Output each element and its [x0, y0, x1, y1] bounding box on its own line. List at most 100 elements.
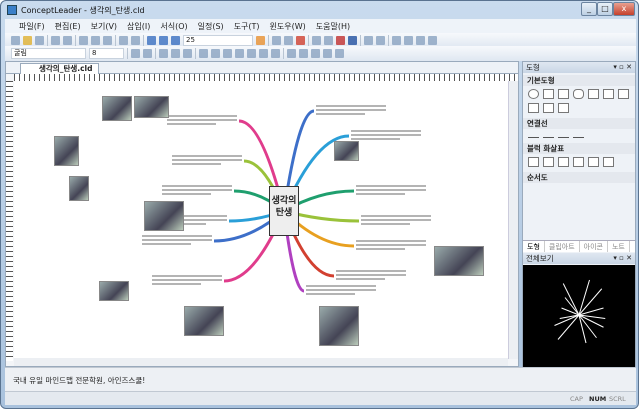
hand-icon[interactable] [256, 36, 265, 45]
diamond-icon[interactable] [543, 103, 554, 113]
arrow-ud-icon[interactable] [603, 157, 614, 167]
arrow-down-icon[interactable] [573, 157, 584, 167]
topic-image[interactable] [134, 96, 169, 118]
topic-node[interactable] [361, 213, 431, 227]
zoom-select[interactable]: 25 [183, 35, 253, 46]
topic-image[interactable] [434, 246, 484, 276]
chart-icon[interactable] [299, 49, 308, 58]
topic-node[interactable] [162, 183, 232, 197]
close-button[interactable]: x [613, 2, 635, 16]
curve-icon[interactable] [573, 137, 584, 138]
font-select[interactable]: 굴림 [11, 48, 86, 59]
line-width-icon[interactable] [247, 49, 256, 58]
fit-icon[interactable] [171, 36, 180, 45]
open-icon[interactable] [23, 36, 32, 45]
rounded-rect-icon[interactable] [573, 89, 584, 99]
topic-image[interactable] [144, 201, 184, 231]
pentagon-icon[interactable] [588, 89, 599, 99]
square-icon[interactable] [558, 89, 569, 99]
topic-image[interactable] [99, 281, 129, 301]
parallelogram-icon[interactable] [618, 89, 629, 99]
star-icon[interactable] [558, 103, 569, 113]
cut-icon[interactable] [79, 36, 88, 45]
tab-document[interactable]: 생각의_탄생.cld [20, 63, 100, 74]
align-icon[interactable] [428, 36, 437, 45]
horizontal-scrollbar[interactable] [14, 358, 508, 366]
line-icon[interactable] [543, 137, 554, 138]
text-icon[interactable] [336, 36, 345, 45]
boundary-icon[interactable] [324, 36, 333, 45]
arrow-lr-icon[interactable] [588, 157, 599, 167]
relation-icon[interactable] [312, 36, 321, 45]
arrow-right-icon[interactable] [528, 157, 539, 167]
mindmap-canvas[interactable]: 생각의 탄생 [14, 81, 508, 359]
topic-node[interactable] [142, 233, 212, 247]
line-dash-icon[interactable] [259, 49, 268, 58]
shape-icon[interactable] [364, 36, 373, 45]
copy-icon[interactable] [91, 36, 100, 45]
menu-schedule[interactable]: 일정(S) [198, 21, 224, 32]
zoom-in-icon[interactable] [147, 36, 156, 45]
paste-icon[interactable] [103, 36, 112, 45]
menu-help[interactable]: 도움말(H) [316, 21, 350, 32]
stop-icon[interactable] [296, 36, 305, 45]
link-icon[interactable] [376, 36, 385, 45]
image-icon[interactable] [348, 36, 357, 45]
border-color-icon[interactable] [211, 49, 220, 58]
shrink-font-icon[interactable] [143, 49, 152, 58]
topic-node[interactable] [351, 128, 421, 142]
topic-image[interactable] [319, 306, 359, 346]
zoom-out-icon[interactable] [159, 36, 168, 45]
triangle-icon[interactable] [543, 89, 554, 99]
tab-icons[interactable]: 아이콘 [580, 241, 608, 252]
hexagon-icon[interactable] [603, 89, 614, 99]
font-size-select[interactable]: 8 [89, 48, 124, 59]
underline-icon[interactable] [183, 49, 192, 58]
topic-node[interactable] [172, 153, 242, 167]
arrow-left-icon[interactable] [543, 157, 554, 167]
bold-icon[interactable] [159, 49, 168, 58]
topic-image[interactable] [184, 306, 224, 336]
preview-icon[interactable] [63, 36, 72, 45]
align-icon[interactable] [392, 36, 401, 45]
topic-node[interactable] [167, 113, 237, 127]
menu-window[interactable]: 윈도우(W) [270, 21, 306, 32]
topic-node[interactable] [306, 283, 376, 297]
maximize-button[interactable]: □ [597, 2, 613, 16]
theme-icon[interactable] [335, 49, 344, 58]
redo-icon[interactable] [131, 36, 140, 45]
topic-node[interactable] [356, 238, 426, 252]
menu-insert[interactable]: 삽입(I) [127, 21, 150, 32]
layout-icon[interactable] [287, 49, 296, 58]
tab-shapes[interactable]: 도형 [523, 241, 545, 252]
section-basic-shapes[interactable]: 기본도형 [523, 75, 635, 86]
tab-notes[interactable]: 노트 [608, 241, 630, 252]
topic-node[interactable] [356, 183, 426, 197]
line-style-icon[interactable] [235, 49, 244, 58]
undo-icon[interactable] [119, 36, 128, 45]
circle-icon[interactable] [528, 89, 539, 99]
topic-node[interactable] [316, 103, 386, 117]
add-subtopic-icon[interactable] [284, 36, 293, 45]
grow-font-icon[interactable] [131, 49, 140, 58]
section-connectors[interactable]: 연결선 [523, 118, 635, 129]
overview-pane[interactable] [523, 265, 635, 368]
menu-file[interactable]: 파일(F) [19, 21, 45, 32]
fill-color-icon[interactable] [223, 49, 232, 58]
grid-icon[interactable] [311, 49, 320, 58]
save-icon[interactable] [35, 36, 44, 45]
menu-view[interactable]: 보기(V) [91, 21, 117, 32]
add-topic-icon[interactable] [272, 36, 281, 45]
vertical-scrollbar[interactable] [508, 81, 518, 359]
menu-format[interactable]: 서식(O) [160, 21, 187, 32]
topic-image[interactable] [69, 176, 89, 201]
font-color-icon[interactable] [199, 49, 208, 58]
line-icon[interactable] [558, 137, 569, 138]
center-topic[interactable]: 생각의 탄생 [269, 186, 299, 236]
align-icon[interactable] [404, 36, 413, 45]
print-icon[interactable] [51, 36, 60, 45]
topic-image[interactable] [54, 136, 79, 166]
new-icon[interactable] [11, 36, 20, 45]
arrow-icon[interactable] [271, 49, 280, 58]
topic-node[interactable] [152, 273, 222, 287]
